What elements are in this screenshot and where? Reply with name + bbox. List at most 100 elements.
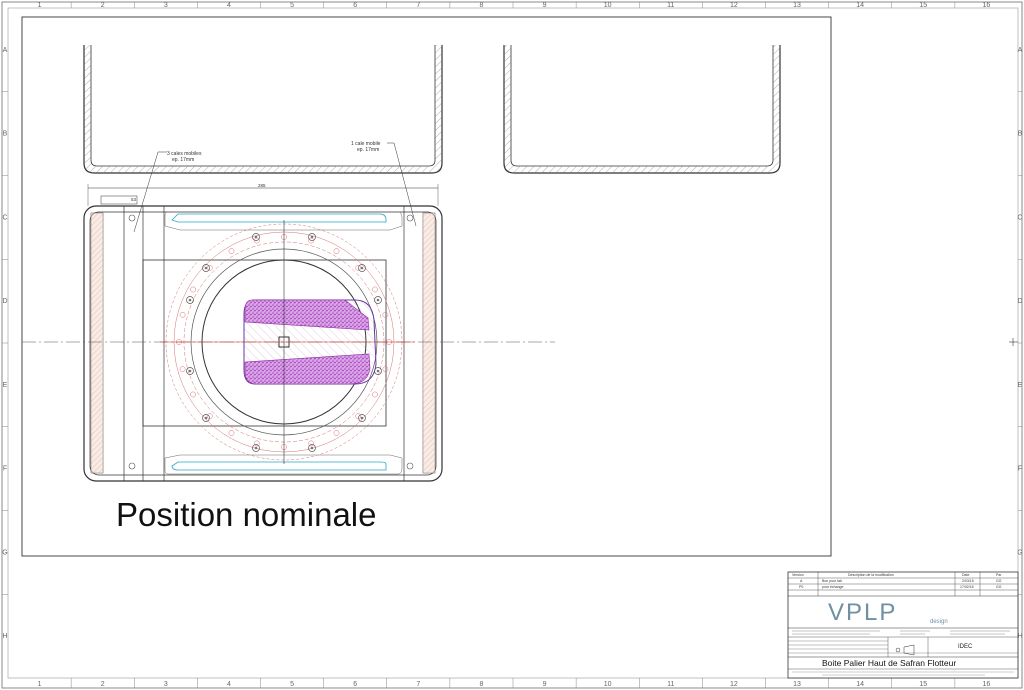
column-label-bottom: 10 [604, 681, 612, 688]
bolt-center [310, 446, 314, 450]
pitch-hole [372, 391, 378, 398]
row-label-left: B [3, 131, 8, 138]
pitch-hole [382, 366, 389, 373]
row-label-right: B [1018, 131, 1023, 138]
row-label-right: E [1018, 382, 1023, 389]
pitch-hole [228, 248, 235, 254]
pitch-hole [382, 311, 389, 318]
rev-header-description: Description de la modification [848, 573, 894, 577]
column-label-bottom: 2 [101, 681, 105, 688]
column-label-top: 12 [730, 2, 738, 9]
corner-screw [128, 214, 136, 222]
column-label-bottom: 4 [227, 681, 231, 688]
rev-header-date: Date [962, 573, 969, 577]
pitch-hole [308, 440, 315, 447]
row-labels-left: A B C D E F G H [2, 47, 8, 640]
column-label-bottom: 8 [479, 681, 483, 688]
row-label-right: D [1017, 298, 1022, 305]
pitch-hole [179, 366, 186, 373]
rev-header-version: Version [792, 573, 804, 577]
pitch-hole [372, 286, 378, 293]
column-label-top: 4 [227, 2, 231, 9]
column-label-bottom: 7 [416, 681, 420, 688]
dimension-overall: 285 [87, 183, 439, 206]
column-label-bottom: 9 [543, 681, 547, 688]
bolt-center [204, 266, 208, 270]
row-label-right: G [1017, 549, 1022, 556]
bolt-center [188, 298, 192, 302]
corner-screw [406, 462, 414, 470]
bolt-center [376, 369, 380, 373]
column-label-top: 7 [416, 2, 420, 9]
client-name: IDEC [958, 644, 973, 650]
rev-0-date: 2/03/15 [962, 579, 974, 583]
company-logo: VPLP [828, 599, 897, 626]
column-label-top: 9 [543, 2, 547, 9]
row-label-left: H [2, 633, 7, 640]
pitch-hole [333, 248, 340, 254]
column-label-top: 6 [353, 2, 357, 9]
bolt-center [254, 446, 258, 450]
note-right: 1 cale mobile ep. 17mm [351, 141, 417, 227]
rev-header-by: Par [996, 573, 1002, 577]
note-left: 3 cales mobiles ep. 17mm [133, 151, 202, 233]
rev-1-by: GG [996, 585, 1002, 589]
row-label-left: A [3, 47, 8, 54]
rev-1-date: 17/02/15 [960, 585, 974, 589]
row-label-right: A [1018, 47, 1023, 54]
column-label-bottom: 12 [730, 681, 738, 688]
row-label-left: E [3, 382, 8, 389]
row-label-right: F [1018, 466, 1022, 473]
column-label-top: 14 [856, 2, 864, 9]
column-label-top: 16 [983, 2, 991, 9]
row-label-left: G [2, 549, 7, 556]
view-caption: Position nominale [116, 496, 377, 533]
column-label-bottom: 16 [983, 681, 991, 688]
column-label-top: 11 [667, 2, 674, 9]
title-block: Version Description de la modification D… [787, 571, 1019, 679]
column-label-bottom: 14 [856, 681, 864, 688]
rev-1-version: P0 [799, 585, 803, 589]
column-label-bottom: 6 [353, 681, 357, 688]
pitch-hole [179, 311, 186, 318]
box-top-left [83, 45, 443, 174]
column-label-bottom: 1 [38, 681, 42, 688]
row-label-left: F [3, 466, 7, 473]
corner-screw [406, 214, 414, 222]
drawing-sheet: 1 2 3 4 5 6 7 8 9 10 11 12 13 14 15 16 1 2 3 4 5 6 7 8 9 10 11 12 1… [1, 1, 1023, 689]
drawing-title: Boite Palier Haut de Safran Flotteur [822, 658, 956, 668]
company-logo-sub: design [930, 619, 948, 625]
dimension-overall-value: 285 [258, 183, 266, 188]
bolt-center [188, 369, 192, 373]
note-left-line2: ep. 17mm [172, 157, 194, 163]
pitch-hole [333, 430, 340, 436]
row-label-left: C [2, 214, 7, 221]
dimension-small: 53 [100, 195, 138, 205]
row-label-left: D [2, 298, 7, 305]
pitch-hole [228, 430, 235, 436]
column-label-top: 1 [38, 2, 42, 9]
bolt-center [360, 266, 364, 270]
box-top-right [503, 45, 781, 174]
rev-0-description: Bon pour fab [822, 579, 842, 583]
column-label-top: 10 [604, 2, 612, 9]
column-label-top: 3 [164, 2, 168, 9]
pitch-hole [253, 440, 260, 447]
rev-1-description: pour échange [822, 585, 843, 589]
center-lines [22, 220, 1018, 464]
column-labels-bottom: 1 2 3 4 5 6 7 8 9 10 11 12 13 14 15 16 [38, 678, 991, 688]
bolt-center [204, 416, 208, 420]
column-label-top: 8 [479, 2, 483, 9]
dimension-small-value: 53 [131, 197, 137, 202]
column-label-bottom: 3 [164, 681, 168, 688]
column-label-bottom: 15 [919, 681, 927, 688]
row-label-right: C [1017, 214, 1022, 221]
pitch-hole [190, 391, 196, 398]
column-label-top: 15 [919, 2, 927, 9]
column-label-bottom: 5 [290, 681, 294, 688]
column-label-bottom: 11 [667, 681, 674, 688]
note-right-line2: ep. 17mm [357, 147, 379, 153]
corner-screw [128, 462, 136, 470]
column-label-top: 2 [101, 2, 105, 9]
rev-0-by: GG [996, 579, 1002, 583]
